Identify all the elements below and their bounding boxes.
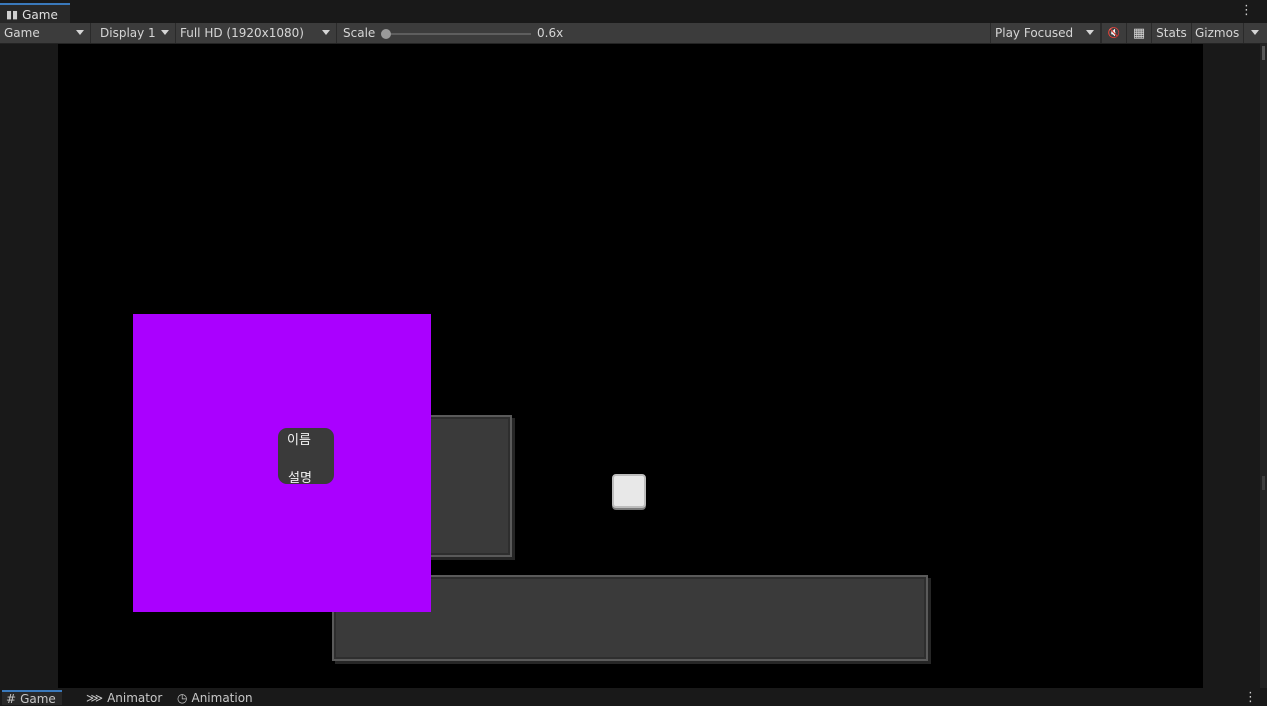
viewport-margin-right xyxy=(1203,44,1260,688)
scrollbar-thumb[interactable] xyxy=(1262,46,1265,60)
bottom-more-options-icon[interactable]: ⋮ xyxy=(1244,690,1257,705)
gizmos-button[interactable]: Gizmos xyxy=(1191,23,1243,43)
bottom-tab-animation-label: Animation xyxy=(191,691,253,705)
more-options-icon[interactable]: ⋮ xyxy=(1240,4,1253,17)
scrollbar-marker xyxy=(1262,476,1265,490)
bottom-tab-animator-label: Animator xyxy=(107,691,163,705)
play-mode-label: Play Focused xyxy=(995,26,1074,40)
resolution-label: Full HD (1920x1080) xyxy=(180,26,304,40)
window-tab-bar: ▮▮ Game ⋮ xyxy=(0,0,1267,24)
animator-icon: ⋙ xyxy=(86,691,104,705)
tooltip-name: 이름 xyxy=(287,433,311,448)
view-mode-dropdown[interactable]: Game xyxy=(0,23,91,43)
grid-icon: # xyxy=(6,692,17,706)
stats-button[interactable]: Stats xyxy=(1151,23,1191,43)
scale-value: 0.6x xyxy=(537,26,564,40)
bottom-tab-animation[interactable]: ◷ Animation xyxy=(177,692,253,704)
game-view-toolbar: Game Display 1 Full HD (1920x1080) Scale… xyxy=(0,23,1267,44)
tab-game[interactable]: ▮▮ Game xyxy=(0,3,70,24)
game-block-upper xyxy=(420,415,512,557)
tooltip-description: 설명 xyxy=(288,471,312,486)
stats-label: Stats xyxy=(1156,26,1187,40)
scale-label: Scale xyxy=(343,26,376,40)
white-square-sprite xyxy=(612,474,646,508)
shortcuts-button[interactable]: ▦ xyxy=(1126,23,1151,43)
chevron-down-icon xyxy=(1251,30,1259,35)
chevron-down-icon xyxy=(322,30,330,35)
mute-audio-button[interactable]: 🔇 xyxy=(1101,23,1126,43)
keyboard-shortcuts-icon: ▦ xyxy=(1132,25,1146,41)
chevron-down-icon xyxy=(161,30,169,35)
chevron-down-icon xyxy=(1086,30,1094,35)
gizmos-label: Gizmos xyxy=(1195,26,1240,40)
display-label: Display 1 xyxy=(100,26,156,40)
viewport-margin-left xyxy=(0,44,58,688)
display-dropdown[interactable]: Display 1 xyxy=(91,23,176,43)
bottom-tab-animator[interactable]: ⋙ Animator xyxy=(86,692,162,704)
item-tooltip: 이름 설명 xyxy=(278,428,334,486)
vertical-scrollbar[interactable] xyxy=(1260,44,1267,688)
play-mode-dropdown[interactable]: Play Focused xyxy=(990,23,1101,43)
mute-audio-icon: 🔇 xyxy=(1107,27,1121,39)
resolution-dropdown[interactable]: Full HD (1920x1080) xyxy=(176,23,337,43)
game-viewport[interactable]: 이름 설명 xyxy=(58,44,1203,688)
scale-slider-thumb[interactable] xyxy=(381,29,391,39)
bottom-tab-game[interactable]: # Game xyxy=(2,690,62,705)
animation-clock-icon: ◷ xyxy=(177,691,188,705)
gizmos-dropdown[interactable] xyxy=(1243,23,1267,43)
chevron-down-icon xyxy=(76,30,84,35)
bottom-tab-game-label: Game xyxy=(20,692,56,706)
gamepad-icon: ▮▮ xyxy=(6,8,19,21)
tab-game-label: Game xyxy=(22,7,58,22)
view-mode-label: Game xyxy=(4,26,40,40)
scale-slider-track[interactable] xyxy=(386,33,531,35)
